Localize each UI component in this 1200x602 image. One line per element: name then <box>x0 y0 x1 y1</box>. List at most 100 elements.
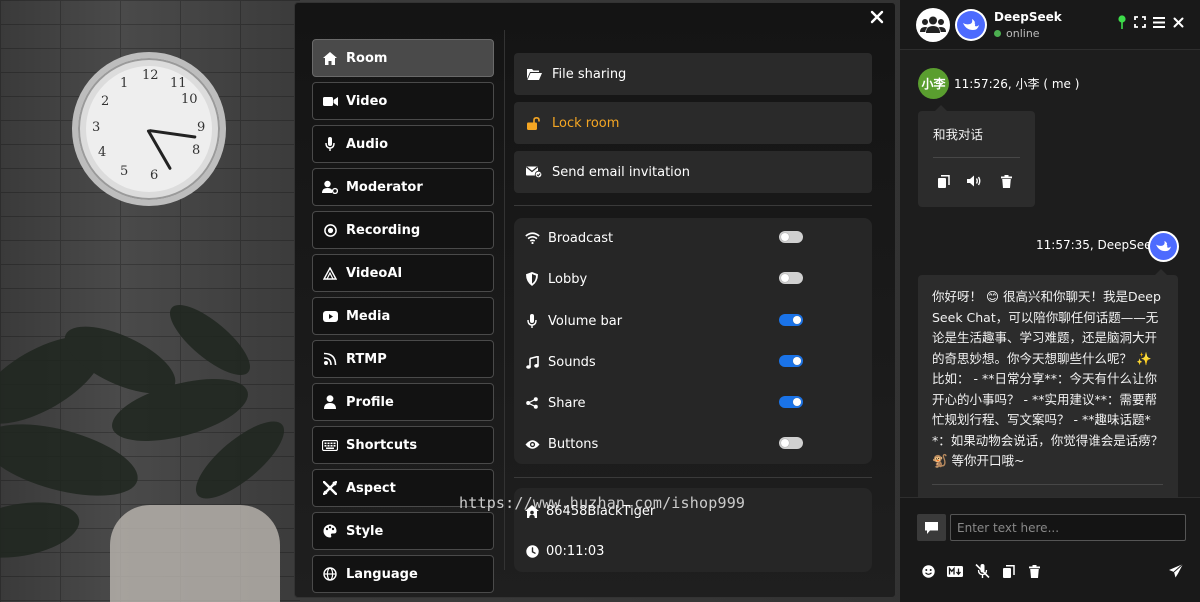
participants-avatar[interactable] <box>916 8 950 42</box>
palette-icon <box>322 523 338 539</box>
emoji-button[interactable] <box>920 563 936 579</box>
tab-label: Shortcuts <box>346 437 418 453</box>
bubble-caret <box>934 105 948 112</box>
home-icon <box>322 50 338 66</box>
toggle-label: Broadcast <box>548 230 614 246</box>
tab-label: Aspect <box>346 480 396 496</box>
pin-icon <box>1118 15 1126 29</box>
message-bubble-deepseek: 你好呀！ 😊 很高兴和你聊天！我是DeepSeek Chat，可以陪你聊任何话题… <box>918 269 1178 505</box>
maximize-chat-button[interactable] <box>1132 14 1148 30</box>
broadcast-toggle[interactable] <box>779 231 803 243</box>
lobby-toggle[interactable] <box>779 272 803 284</box>
toggle-row-share: Share <box>524 391 864 415</box>
shield-icon <box>524 271 540 287</box>
deepseek-avatar <box>955 9 987 41</box>
tab-rtmp[interactable]: RTMP <box>312 340 494 378</box>
deepseek-message-avatar <box>1148 231 1179 262</box>
markdown-button[interactable] <box>947 563 963 579</box>
close-settings-button[interactable] <box>866 6 888 28</box>
copy-icon <box>938 174 950 188</box>
copy-icon <box>1003 564 1015 578</box>
lock-room-label: Lock room <box>552 115 620 131</box>
file-sharing-button[interactable]: File sharing <box>514 53 872 95</box>
wifi-icon <box>524 230 540 246</box>
tab-shortcuts[interactable]: Shortcuts <box>312 426 494 464</box>
user-gear-icon <box>322 179 338 195</box>
room-name: 86458BlackTiger <box>546 503 656 519</box>
tab-label: Video <box>346 93 388 109</box>
tab-aspect[interactable]: Aspect <box>312 469 494 507</box>
tab-recording[interactable]: Recording <box>312 211 494 249</box>
toggle-label: Sounds <box>548 354 596 370</box>
room-info-card: 86458BlackTiger 00:11:03 <box>514 488 872 572</box>
speak-message-button[interactable] <box>967 173 983 189</box>
tab-moderator[interactable]: Moderator <box>312 168 494 206</box>
toggle-row-volume-bar: Volume bar <box>524 309 864 333</box>
folder-open-icon <box>526 66 542 82</box>
users-group-icon <box>920 16 946 33</box>
share-toggle[interactable] <box>779 396 803 408</box>
room-toggles-card: Broadcast Lobby Volume bar Sounds Share <box>514 218 872 464</box>
chat-menu-button[interactable] <box>1151 14 1167 30</box>
tab-label: Audio <box>346 136 389 152</box>
clock-numeral: 11 <box>170 76 187 91</box>
clear-chat-button[interactable] <box>1026 563 1042 579</box>
tab-label: VideoAI <box>346 265 403 281</box>
microphone-icon <box>322 136 338 152</box>
close-chat-button[interactable] <box>1170 14 1186 30</box>
tools-icon <box>322 480 338 496</box>
tab-style[interactable]: Style <box>312 512 494 550</box>
ai-triangle-icon <box>322 265 338 281</box>
message-bubble-me: 和我对话 <box>918 105 1035 207</box>
lock-room-button[interactable]: Lock room <box>514 102 872 144</box>
tab-audio[interactable]: Audio <box>312 125 494 163</box>
tab-profile[interactable]: Profile <box>312 383 494 421</box>
chat-status: online <box>994 27 1040 40</box>
share-icon <box>524 395 540 411</box>
volume-bar-toggle[interactable] <box>779 314 803 326</box>
chat-header: DeepSeek online <box>900 0 1200 50</box>
tab-label: Media <box>346 308 391 324</box>
buttons-toggle[interactable] <box>779 437 803 449</box>
paper-plane-icon <box>1169 564 1183 578</box>
delete-message-button[interactable] <box>998 173 1014 189</box>
speech-to-text-button[interactable] <box>974 563 990 579</box>
bubble-caret <box>1154 269 1168 276</box>
status-text: online <box>1006 27 1040 40</box>
send-message-button[interactable] <box>1168 563 1184 579</box>
copy-chat-button[interactable] <box>1001 563 1017 579</box>
close-icon <box>870 10 884 24</box>
tab-videoai[interactable]: VideoAI <box>312 254 494 292</box>
tab-room[interactable]: Room <box>312 39 494 77</box>
copy-message-button[interactable] <box>936 173 952 189</box>
hamburger-menu-icon <box>1153 16 1165 28</box>
tab-label: Style <box>346 523 384 539</box>
bubble-divider <box>933 157 1020 158</box>
expand-icon <box>1134 16 1146 28</box>
clock-numeral: 4 <box>98 145 107 160</box>
settings-divider <box>504 30 505 570</box>
clock-numeral: 9 <box>197 120 206 135</box>
pin-chat-button[interactable] <box>1114 14 1130 30</box>
deepseek-logo-icon <box>1150 233 1177 260</box>
tab-media[interactable]: Media <box>312 297 494 335</box>
toggle-row-buttons: Buttons <box>524 432 864 456</box>
clock-numeral: 1 <box>120 76 129 91</box>
tab-label: RTMP <box>346 351 387 367</box>
clock-numeral: 8 <box>192 143 201 158</box>
message-text: 和我对话 <box>933 127 984 142</box>
meeting-duration: 00:11:03 <box>546 543 605 559</box>
send-email-invitation-button[interactable]: Send email invitation <box>514 151 872 193</box>
youtube-icon <box>322 308 338 324</box>
tab-video[interactable]: Video <box>312 82 494 120</box>
smile-icon <box>921 564 935 578</box>
sounds-toggle[interactable] <box>779 355 803 367</box>
tab-language[interactable]: Language <box>312 555 494 593</box>
message-input[interactable] <box>950 514 1186 541</box>
message-meta: 11:57:26, 小李 ( me ) <box>954 77 1080 91</box>
toggle-row-lobby: Lobby <box>524 267 864 291</box>
music-note-icon <box>524 354 540 370</box>
tab-label: Recording <box>346 222 421 238</box>
deepseek-logo-icon <box>957 11 985 39</box>
toggle-label: Buttons <box>548 436 599 452</box>
